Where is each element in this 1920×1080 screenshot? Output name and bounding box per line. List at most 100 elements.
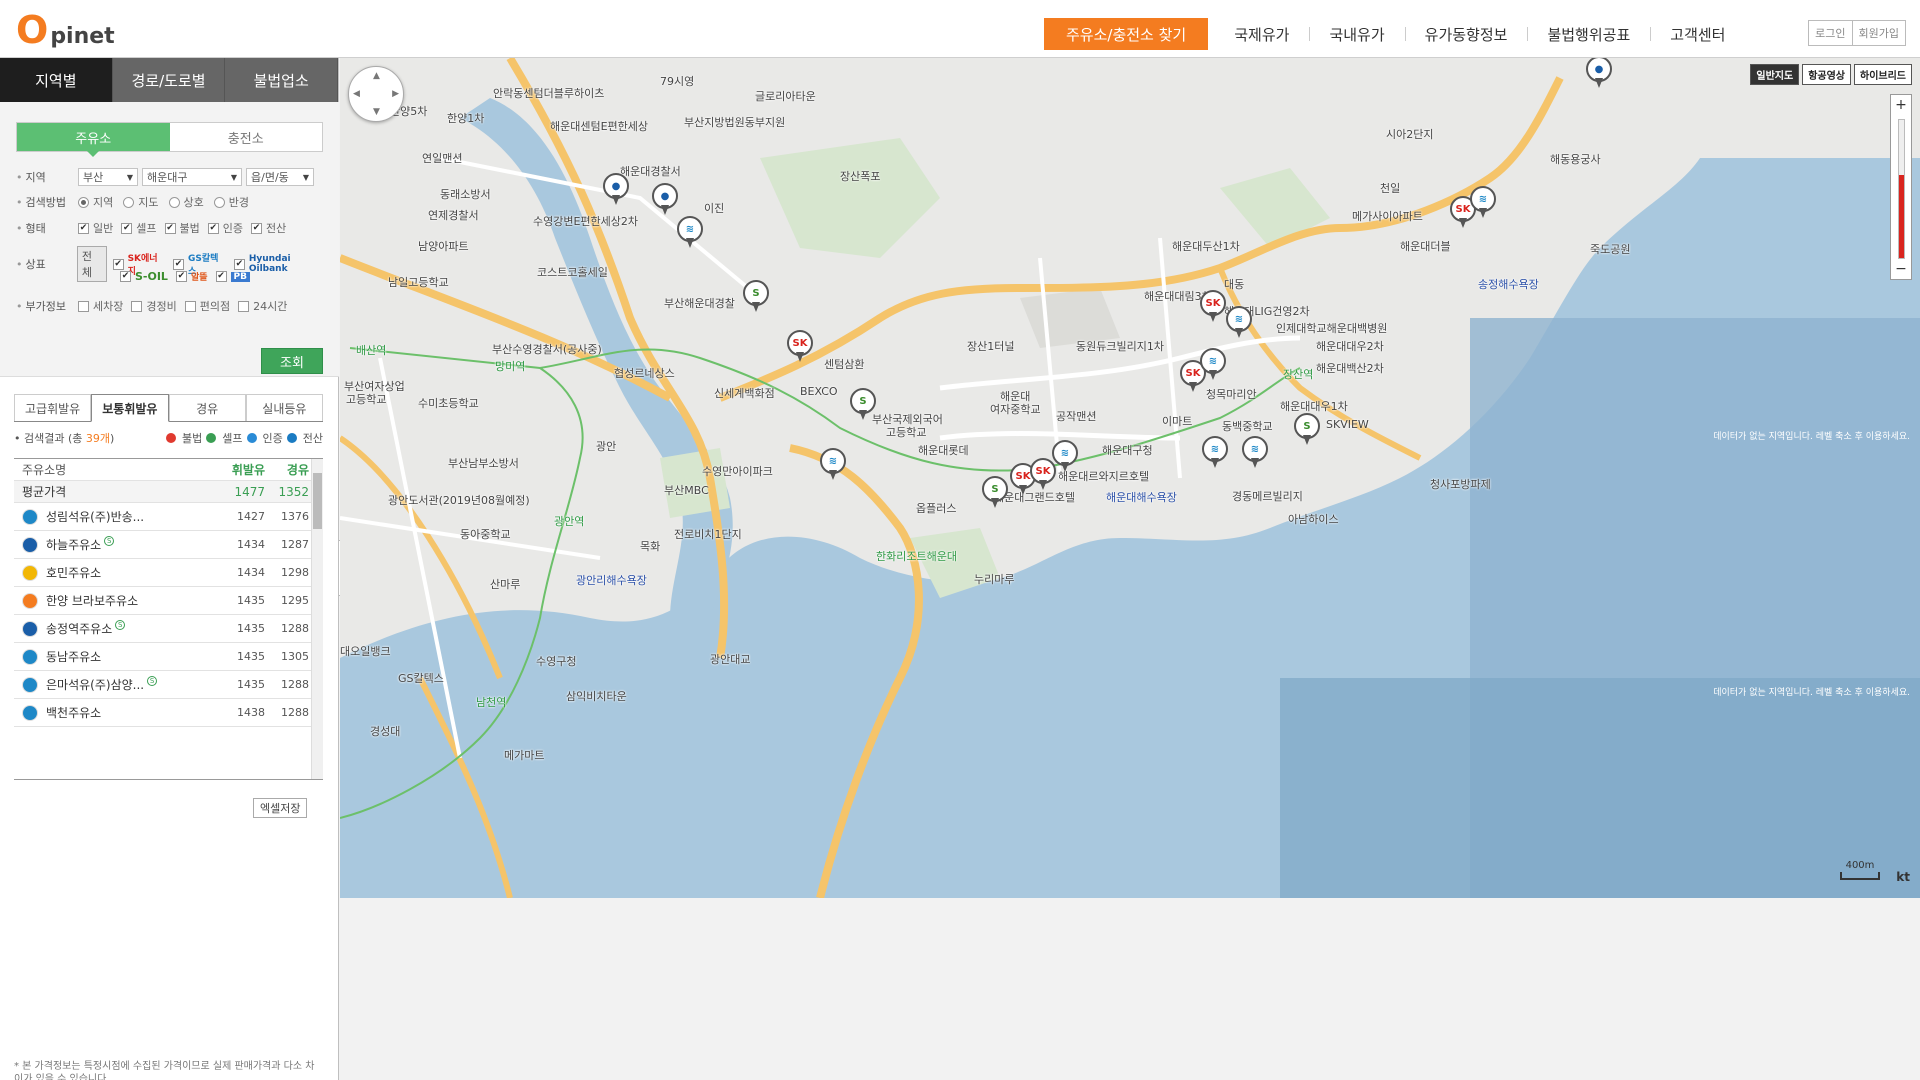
tab-illegal[interactable]: 불법업소	[225, 58, 339, 102]
station-pin[interactable]: ≋	[677, 216, 703, 250]
pan-left-icon[interactable]: ◀	[353, 89, 360, 99]
col-name[interactable]: 주유소명	[22, 461, 221, 478]
zoom-out-button[interactable]: −	[1891, 259, 1911, 279]
map-type-aerial[interactable]: 항공영상	[1802, 64, 1851, 85]
station-name[interactable]: 송정역주유소 S	[46, 620, 221, 637]
gu-select[interactable]: 해운대구	[142, 168, 242, 186]
station-pin[interactable]: ●	[652, 183, 678, 217]
station-pin[interactable]: ≋	[1226, 306, 1252, 340]
map-place-label: 죽도공원	[1590, 243, 1631, 256]
zoom-slider[interactable]	[1898, 119, 1905, 259]
map-place-label: 신세계백화점	[714, 387, 775, 400]
zoom-in-button[interactable]: +	[1891, 95, 1911, 115]
tab-region[interactable]: 지역별	[0, 58, 113, 102]
station-pin[interactable]: S	[982, 476, 1008, 510]
station-pin[interactable]: ≋	[1470, 186, 1496, 220]
map-place-label: SKVIEW	[1326, 418, 1369, 431]
col-diesel[interactable]: 경유	[265, 461, 309, 478]
map-area[interactable]: 79시영 안락동센텀더블루하이츠 글로리아타운 한양5차 한양1차 해운대센텀E편한세상 부…	[340, 58, 1920, 898]
tab-gas-station[interactable]: 주유소	[17, 123, 170, 157]
station-pin[interactable]: ●	[1586, 58, 1612, 90]
col-gasoline[interactable]: 휘발유	[221, 461, 265, 478]
nav-station-search[interactable]: 주유소/충전소 찾기	[1044, 18, 1209, 50]
map-type-normal[interactable]: 일반지도	[1750, 64, 1800, 85]
station-name[interactable]: 은마석유(주)삼양... S	[46, 676, 221, 693]
price-row[interactable]: 은마석유(주)삼양... S 1435 1288	[14, 671, 323, 699]
list-scrollbar[interactable]	[311, 459, 323, 779]
tab-charging-station[interactable]: 충전소	[170, 123, 323, 151]
nav-intl-oil[interactable]: 국제유가	[1214, 18, 1309, 50]
station-name[interactable]: 백천주유소	[46, 704, 221, 721]
opinet-logo[interactable]: O pinet	[16, 10, 115, 50]
extra-repair-checkbox[interactable]: 경정비	[131, 298, 177, 314]
extra-store-checkbox[interactable]: 편의점	[184, 298, 230, 314]
type-illegal-checkbox[interactable]: 불법	[164, 220, 200, 236]
brand-altteul-checkbox[interactable]	[175, 271, 187, 282]
station-pin[interactable]: S	[850, 388, 876, 422]
tab-regular-gasoline[interactable]: 보통휘발유	[91, 394, 169, 422]
excel-save-button[interactable]: 엑셀저장	[253, 798, 308, 818]
type-self-checkbox[interactable]: 셀프	[121, 220, 157, 236]
tab-route[interactable]: 경로/도로별	[112, 58, 226, 102]
brand-soil-checkbox[interactable]	[120, 271, 131, 282]
brand-pb-checkbox[interactable]	[215, 271, 227, 282]
type-normal-checkbox[interactable]: 일반	[78, 220, 113, 236]
sido-select[interactable]: 부산	[78, 168, 138, 186]
station-name[interactable]: 하늘주유소 S	[46, 536, 221, 553]
map-type-hybrid[interactable]: 하이브리드	[1854, 64, 1912, 85]
station-pin[interactable]: ≋	[820, 448, 846, 482]
brand-all-button[interactable]: 전체	[76, 246, 107, 282]
signup-button[interactable]: 회원가입	[1852, 20, 1906, 46]
dong-select[interactable]: 읍/면/동	[246, 168, 314, 186]
tab-diesel[interactable]: 경유	[168, 394, 246, 421]
method-radius-radio[interactable]: 반경	[213, 194, 249, 210]
search-button[interactable]: 조회	[261, 348, 323, 374]
station-name[interactable]: 한양 브라보주유소	[46, 592, 221, 609]
price-row[interactable]: 송정역주유소 S 1435 1288	[14, 615, 323, 643]
station-pin[interactable]: ≋	[1202, 436, 1228, 470]
pan-right-icon[interactable]: ▶	[392, 89, 399, 99]
price-row[interactable]: 성림석유(주)반송... 1427 1376	[14, 503, 323, 531]
method-name-radio[interactable]: 상호	[168, 194, 204, 210]
station-pin[interactable]: ●	[603, 173, 629, 207]
price-row[interactable]: 하늘주유소 S 1434 1287	[14, 531, 323, 559]
type-computer-checkbox[interactable]: 전산	[251, 220, 286, 236]
extra-24h-checkbox[interactable]: 24시간	[238, 298, 287, 314]
price-row[interactable]: 동남주유소 1435 1305	[14, 643, 323, 671]
station-pin[interactable]: SK	[1200, 290, 1226, 324]
price-row[interactable]: 한양 브라보주유소 1435 1295	[14, 587, 323, 615]
station-pin[interactable]: ≋	[1242, 436, 1268, 470]
login-button[interactable]: 로그인	[1808, 20, 1853, 46]
station-name[interactable]: 성림석유(주)반송...	[46, 508, 221, 525]
method-map-radio[interactable]: 지도	[123, 194, 159, 210]
diesel-price: 1288	[281, 622, 309, 635]
type-certified-checkbox[interactable]: 인증	[207, 220, 243, 236]
station-pin[interactable]: ≋	[1200, 348, 1226, 382]
brand-sk-checkbox[interactable]	[112, 258, 124, 270]
brand-icon	[22, 564, 38, 581]
tab-premium-gasoline[interactable]: 고급휘발유	[14, 394, 92, 421]
brand-row-2: S-OIL 알뜰 PB	[120, 270, 258, 283]
station-name[interactable]: 동남주유소	[46, 648, 221, 665]
nav-customer[interactable]: 고객센터	[1650, 18, 1745, 50]
station-pin[interactable]: ≋	[1052, 440, 1078, 474]
price-row[interactable]: 백천주유소 1438 1288	[14, 699, 323, 727]
method-region-radio[interactable]: 지역	[78, 194, 113, 210]
nav-oil-trend[interactable]: 유가동향정보	[1404, 18, 1528, 50]
scroll-thumb[interactable]	[313, 473, 322, 529]
extra-carwash-checkbox[interactable]: 세차장	[78, 298, 123, 314]
map-pan-control[interactable]: ▲ ▼ ◀ ▶	[348, 66, 404, 122]
price-row[interactable]: 호민주유소 1434 1298	[14, 559, 323, 587]
nav-domestic-oil[interactable]: 국내유가	[1309, 18, 1404, 50]
brand-hyundai-checkbox[interactable]	[234, 258, 245, 270]
station-pin[interactable]: SK	[787, 330, 813, 364]
map-place-label: 동백중학교	[1222, 420, 1273, 433]
pan-down-icon[interactable]: ▼	[373, 107, 380, 117]
pan-up-icon[interactable]: ▲	[373, 71, 380, 81]
station-pin[interactable]: S	[743, 280, 769, 314]
station-name[interactable]: 호민주유소	[46, 564, 221, 581]
station-pin[interactable]: S	[1294, 413, 1320, 447]
brand-gs-checkbox[interactable]	[173, 258, 184, 270]
tab-kerosene[interactable]: 실내등유	[245, 394, 323, 421]
nav-illegal[interactable]: 불법행위공표	[1527, 18, 1650, 50]
